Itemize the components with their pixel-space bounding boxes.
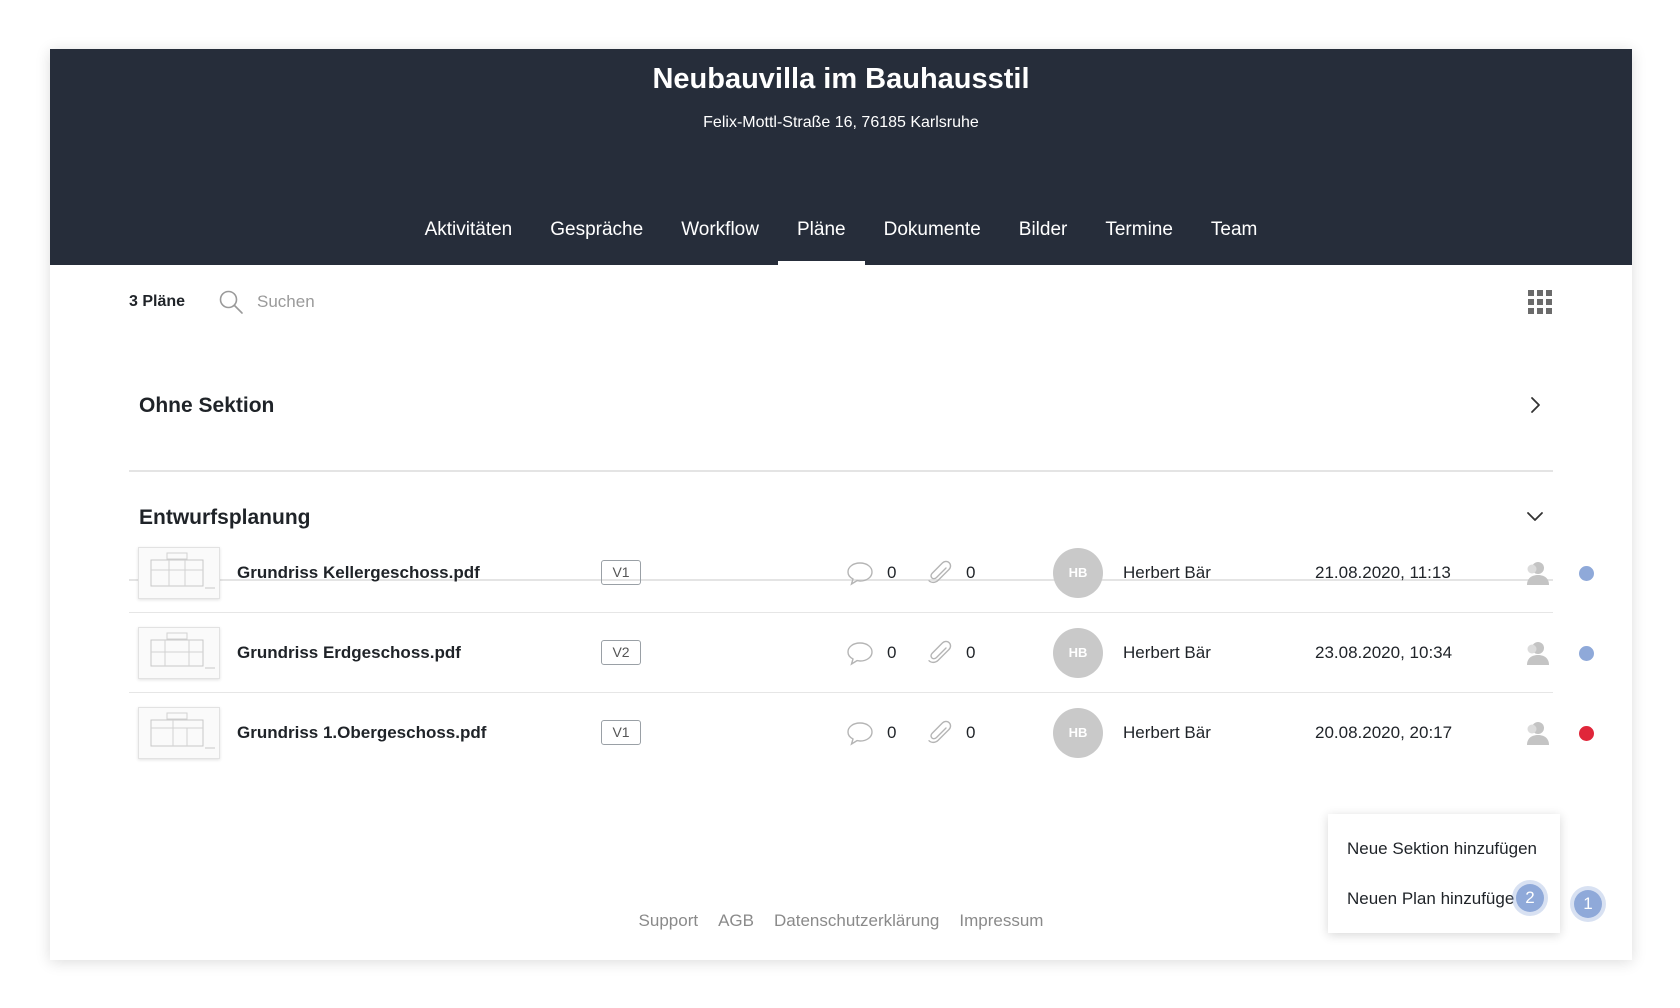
upload-date: 23.08.2020, 10:34: [1315, 643, 1453, 662]
footer-link-agb[interactable]: AGB: [718, 911, 754, 931]
plans-toolbar: 3 Pläne: [129, 281, 1553, 323]
comment-icon[interactable]: [846, 640, 874, 666]
chevron-right-icon[interactable]: [1525, 395, 1545, 415]
plan-row[interactable]: Grundriss Erdgeschoss.pdf V2 0 0 HB Herb…: [129, 613, 1594, 693]
add-section-menu-item[interactable]: Neue Sektion hinzufügen: [1347, 839, 1537, 859]
plan-row[interactable]: Grundriss Kellergeschoss.pdf V1 0 0 HB H…: [129, 533, 1594, 613]
plan-thumbnail[interactable]: [138, 547, 220, 599]
project-address: Felix-Mottl-Straße 16, 76185 Karlsruhe: [703, 114, 979, 131]
tab-termine[interactable]: Termine: [1086, 213, 1192, 265]
user-icon[interactable]: [1523, 639, 1551, 667]
step-badge-1: 1: [1574, 890, 1602, 918]
avatar: HB: [1053, 548, 1103, 598]
tab-bilder[interactable]: Bilder: [1000, 213, 1087, 265]
version-badge: V1: [601, 720, 641, 745]
plan-list: Grundriss Kellergeschoss.pdf V1 0 0 HB H…: [129, 533, 1594, 773]
footer-link-impressum[interactable]: Impressum: [959, 911, 1043, 931]
tab-dokumente[interactable]: Dokumente: [865, 213, 1000, 265]
grid-view-icon[interactable]: [1527, 289, 1553, 315]
status-dot: [1579, 646, 1594, 661]
plan-thumbnail[interactable]: [138, 707, 220, 759]
version-badge: V2: [601, 640, 641, 665]
step-badge-2: 2: [1516, 884, 1544, 912]
project-title: Neubauvilla im Bauhausstil: [652, 63, 1030, 95]
paperclip-icon[interactable]: [926, 719, 954, 747]
footer-link-support[interactable]: Support: [639, 911, 699, 931]
plan-row[interactable]: Grundriss 1.Obergeschoss.pdf V1 0 0 HB H…: [129, 693, 1594, 773]
search-input[interactable]: [257, 287, 557, 317]
plan-file-name[interactable]: Grundriss 1.Obergeschoss.pdf: [237, 723, 486, 743]
version-badge: V1: [601, 560, 641, 585]
author-name: Herbert Bär: [1123, 563, 1211, 582]
attachment-count: 0: [966, 723, 976, 742]
plan-file-name[interactable]: Grundriss Erdgeschoss.pdf: [237, 643, 461, 663]
comment-count: 0: [887, 723, 897, 742]
author-name: Herbert Bär: [1123, 643, 1211, 662]
floorplan-preview-icon: [150, 712, 215, 749]
comment-icon[interactable]: [846, 720, 874, 746]
plan-file-name[interactable]: Grundriss Kellergeschoss.pdf: [237, 563, 480, 583]
section-title: Ohne Sektion: [139, 394, 275, 417]
section-ohne-sektion[interactable]: Ohne Sektion: [129, 369, 1553, 472]
upload-date: 21.08.2020, 11:13: [1315, 563, 1451, 582]
main-tabs: Aktivitäten Gespräche Workflow Pläne Dok…: [50, 213, 1632, 265]
add-plan-menu-item[interactable]: Neuen Plan hinzufüge: [1347, 889, 1514, 909]
avatar: HB: [1053, 628, 1103, 678]
user-icon[interactable]: [1523, 719, 1551, 747]
user-icon[interactable]: [1523, 559, 1551, 587]
chevron-down-icon[interactable]: [1525, 506, 1545, 526]
paperclip-icon[interactable]: [926, 639, 954, 667]
add-menu-popup: Neue Sektion hinzufügen Neuen Plan hinzu…: [1328, 814, 1560, 933]
search-icon[interactable]: [218, 289, 244, 315]
tab-plaene[interactable]: Pläne: [777, 213, 865, 265]
comment-count: 0: [887, 643, 897, 662]
author-name: Herbert Bär: [1123, 723, 1211, 742]
attachment-count: 0: [966, 643, 976, 662]
project-header: Neubauvilla im Bauhausstil Felix-Mottl-S…: [50, 49, 1632, 265]
upload-date: 20.08.2020, 20:17: [1315, 723, 1453, 742]
tab-gespraeche[interactable]: Gespräche: [531, 213, 662, 265]
section-title: Entwurfsplanung: [139, 506, 311, 529]
tab-workflow[interactable]: Workflow: [662, 213, 778, 265]
status-dot: [1579, 726, 1594, 741]
plan-thumbnail[interactable]: [138, 627, 220, 679]
footer-link-datenschutz[interactable]: Datenschutzerklärung: [774, 911, 939, 931]
attachment-count: 0: [966, 563, 976, 582]
status-dot: [1579, 566, 1594, 581]
floorplan-preview-icon: [150, 632, 215, 669]
comment-count: 0: [887, 563, 897, 582]
comment-icon[interactable]: [846, 560, 874, 586]
paperclip-icon[interactable]: [926, 559, 954, 587]
tab-aktivitaeten[interactable]: Aktivitäten: [406, 213, 532, 265]
plan-count: 3 Pläne: [129, 293, 186, 310]
floorplan-preview-icon: [150, 552, 215, 589]
tab-team[interactable]: Team: [1192, 213, 1276, 265]
avatar: HB: [1053, 708, 1103, 758]
